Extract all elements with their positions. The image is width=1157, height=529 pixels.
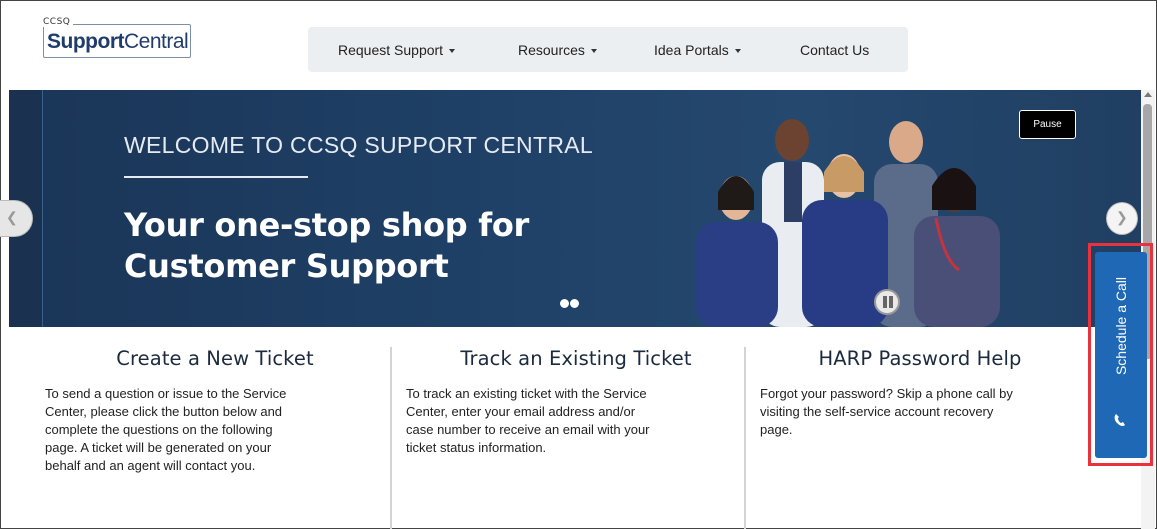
browser-page: CCSQ SupportCentral Request Support Reso… (0, 0, 1157, 529)
pause-icon[interactable] (874, 289, 900, 315)
text-line: Center, please click the button below an… (45, 404, 283, 419)
logo-bold-part: Support (47, 30, 124, 53)
schedule-a-call-label: Schedule a Call (1113, 276, 1129, 376)
nav-resources-label: Resources (518, 42, 585, 58)
schedule-a-call-button[interactable]: Schedule a Call (1095, 252, 1147, 458)
hero-carousel: WELCOME TO CCSQ SUPPORT CENTRAL Your one… (9, 90, 1141, 327)
logo-ccsq-text: CCSQ (43, 17, 74, 27)
scroll-up-arrow-icon[interactable] (1144, 92, 1152, 97)
track-ticket-description: To track an existing ticket with the Ser… (406, 385, 746, 457)
chevron-left-icon: ❮ (6, 209, 18, 225)
text-line: Center, enter your email address and/or (406, 404, 636, 419)
nav-contact-us-label: Contact Us (800, 42, 870, 58)
carousel-dot[interactable] (560, 299, 569, 308)
caret-down-icon (734, 49, 741, 54)
banner-tagline-line2: Customer Support (124, 247, 449, 285)
banner-tagline-line1: Your one-stop shop for (124, 206, 529, 244)
create-ticket-description: To send a question or issue to the Servi… (45, 385, 385, 475)
banner-divider (124, 176, 308, 178)
text-line: case number to receive an email with you… (406, 422, 650, 437)
text-line: visiting the self-service account recove… (760, 404, 994, 419)
pause-button[interactable]: Pause (1019, 110, 1076, 139)
harp-password-section: HARP Password Help Forgot your password?… (760, 347, 1080, 439)
create-ticket-section: Create a New Ticket To send a question o… (45, 347, 385, 475)
phone-icon (1114, 414, 1125, 427)
medical-staff-image (696, 119, 1000, 327)
column-divider (390, 347, 392, 529)
caret-down-icon (590, 49, 597, 54)
logo-wordmark: SupportCentral (47, 30, 189, 54)
track-ticket-section: Track an Existing Ticket To track an exi… (406, 347, 746, 457)
carousel-next-button[interactable]: ❯ (1106, 202, 1138, 235)
chevron-right-icon: ❯ (1116, 209, 1128, 225)
carousel-dot[interactable] (570, 299, 579, 308)
text-line: page. (760, 422, 793, 437)
text-line: ticket status information. (406, 440, 547, 455)
text-line: To send a question or issue to the Servi… (45, 386, 287, 401)
main-nav: Request Support Resources Idea Portals C… (308, 27, 908, 72)
create-ticket-title: Create a New Ticket (116, 347, 314, 370)
text-line: To track an existing ticket with the Ser… (406, 386, 647, 401)
carousel-indicators (560, 295, 580, 313)
text-line: behalf and an agent will contact you. (45, 458, 256, 473)
text-line: Forgot your password? Skip a phone call … (760, 386, 1013, 401)
harp-password-description: Forgot your password? Skip a phone call … (760, 385, 1080, 439)
harp-password-title: HARP Password Help (818, 347, 1022, 370)
caret-down-icon (449, 49, 456, 54)
banner-welcome-text: WELCOME TO CCSQ SUPPORT CENTRAL (124, 132, 593, 158)
track-ticket-title: Track an Existing Ticket (460, 347, 692, 370)
logo-rest-part: Central (123, 30, 189, 53)
nav-contact-us[interactable]: Contact Us (800, 42, 869, 58)
text-line: complete the questions on the following (45, 422, 273, 437)
nav-idea-portals-label: Idea Portals (654, 42, 729, 58)
text-line: page. A ticket will be generated on your (45, 440, 272, 455)
banner-tagline: Your one-stop shop for Customer Support (124, 205, 529, 287)
nav-idea-portals[interactable]: Idea Portals (654, 42, 741, 58)
column-divider (744, 347, 746, 529)
support-central-logo[interactable]: CCSQ SupportCentral (43, 14, 191, 65)
nav-request-support[interactable]: Request Support (338, 42, 456, 58)
nav-request-support-label: Request Support (338, 42, 444, 58)
nav-resources[interactable]: Resources (518, 42, 597, 58)
